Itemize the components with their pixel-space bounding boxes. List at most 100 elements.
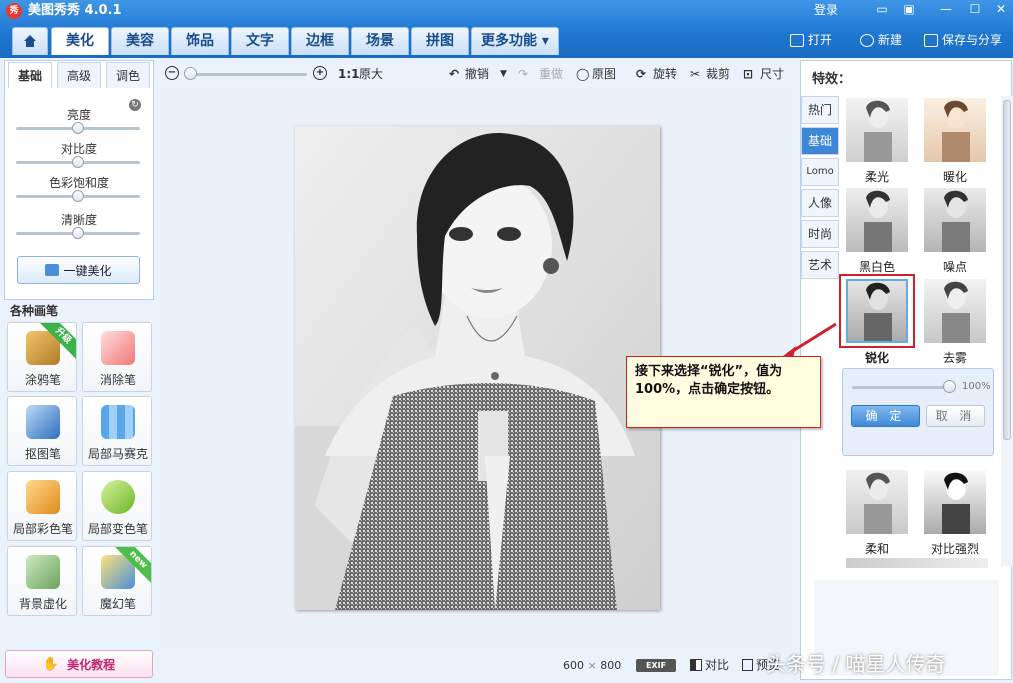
image-dimensions: 600 × 800 bbox=[563, 659, 622, 672]
effect-thumb-warm[interactable] bbox=[924, 98, 986, 162]
thumb-image bbox=[864, 100, 892, 162]
brush-magic[interactable]: new 魔幻笔 bbox=[82, 546, 152, 616]
cancel-button[interactable]: 取 消 bbox=[926, 405, 985, 427]
save-share-button[interactable]: 保存与分享 bbox=[924, 30, 1002, 50]
tab-advanced[interactable]: 高级 bbox=[57, 62, 101, 88]
effect-thumb-dehaze[interactable] bbox=[924, 279, 986, 343]
eraser-icon bbox=[101, 331, 135, 365]
brushes-title: 各种画笔 bbox=[10, 304, 59, 318]
tab-text[interactable]: 文字 bbox=[231, 27, 289, 55]
effect-category-hot[interactable]: 热门 bbox=[801, 96, 839, 124]
brightness-label: 亮度 bbox=[66, 108, 91, 122]
effect-thumb-bw[interactable] bbox=[846, 188, 908, 252]
effect-thumb-high-contrast[interactable] bbox=[924, 470, 986, 534]
effect-category-basic[interactable]: 基础 bbox=[801, 127, 839, 155]
brush-local-recolor[interactable]: 局部变色笔 bbox=[82, 471, 152, 541]
skin-icon[interactable]: ▣ bbox=[898, 1, 920, 17]
tab-face[interactable]: 美容 bbox=[111, 27, 169, 55]
brush-local-color[interactable]: 局部彩色笔 bbox=[7, 471, 77, 541]
thumb-image bbox=[942, 281, 970, 343]
sharpen-knob[interactable] bbox=[943, 380, 956, 393]
brush-cutout[interactable]: 抠图笔 bbox=[7, 396, 77, 466]
brush-eraser[interactable]: 消除笔 bbox=[82, 322, 152, 392]
blur-icon bbox=[26, 555, 60, 589]
effect-category-lomo[interactable]: Lomo bbox=[801, 158, 839, 186]
effect-category-fashion[interactable]: 时尚 bbox=[801, 220, 839, 248]
undo-button[interactable]: 撤销 bbox=[465, 66, 489, 82]
contrast-knob[interactable] bbox=[72, 156, 84, 168]
effect-label-sharpen: 锐化 bbox=[864, 351, 889, 365]
thumb-image bbox=[942, 190, 970, 252]
effect-category-art[interactable]: 艺术 bbox=[801, 251, 839, 279]
zoom-knob[interactable] bbox=[184, 67, 197, 80]
crop-icon[interactable]: ✂ bbox=[690, 66, 700, 82]
effect-label-soft: 柔和 bbox=[864, 542, 889, 556]
clarity-label: 清晰度 bbox=[60, 213, 97, 227]
brightness-knob[interactable] bbox=[72, 122, 84, 134]
saturation-label: 色彩饱和度 bbox=[48, 176, 109, 190]
close-button[interactable]: ✕ bbox=[990, 1, 1012, 17]
compare-button[interactable]: 对比 bbox=[690, 656, 729, 673]
effect-thumb-soft-light[interactable] bbox=[846, 98, 908, 162]
message-icon[interactable]: ▭ bbox=[871, 1, 893, 17]
size-button[interactable]: 尺寸 bbox=[760, 66, 784, 82]
original-button[interactable]: 原图 bbox=[592, 66, 616, 82]
zoom-out-icon[interactable]: − bbox=[165, 66, 179, 80]
minimize-button[interactable]: — bbox=[935, 1, 957, 17]
sharpen-slider[interactable] bbox=[852, 386, 952, 389]
tab-accessory[interactable]: 饰品 bbox=[171, 27, 229, 55]
saturation-knob[interactable] bbox=[72, 190, 84, 202]
exif-button[interactable]: EXIF bbox=[636, 659, 676, 672]
new-button[interactable]: 新建 bbox=[860, 30, 902, 50]
login-link[interactable]: 登录 bbox=[814, 2, 838, 18]
tab-scene[interactable]: 场景 bbox=[351, 27, 409, 55]
undo-icon[interactable]: ↶ bbox=[449, 66, 459, 82]
rotate-button[interactable]: 旋转 bbox=[653, 66, 677, 82]
size-icon[interactable]: ⊡ bbox=[743, 66, 753, 82]
effect-category-portrait[interactable]: 人像 bbox=[801, 189, 839, 217]
original-size-button[interactable]: 原大 bbox=[359, 66, 383, 82]
effect-thumb-soft[interactable] bbox=[846, 470, 908, 534]
effect-label-warm: 暖化 bbox=[942, 170, 967, 184]
effect-thumb-noise[interactable] bbox=[924, 188, 986, 252]
brush-doodle[interactable]: 升级 涂鸦笔 bbox=[7, 322, 77, 392]
tab-basic[interactable]: 基础 bbox=[8, 62, 52, 88]
home-icon bbox=[24, 35, 36, 47]
redo-button[interactable]: 重做 bbox=[539, 66, 563, 82]
edited-photo[interactable] bbox=[295, 126, 660, 610]
sharpen-value: 100% bbox=[962, 381, 991, 392]
ratio-button[interactable]: 1:1 bbox=[338, 66, 360, 82]
tab-more[interactable]: 更多功能 ▾ bbox=[471, 27, 559, 55]
paint-bucket-icon bbox=[101, 480, 135, 514]
effect-label-high-contrast: 对比强烈 bbox=[930, 542, 979, 556]
original-icon[interactable]: ◯ bbox=[576, 66, 589, 82]
brush-mosaic[interactable]: 局部马赛克 bbox=[82, 396, 152, 466]
portrait-image bbox=[295, 126, 660, 610]
tutorial-button[interactable]: ✋ 美化教程 bbox=[5, 650, 153, 678]
clarity-knob[interactable] bbox=[72, 227, 84, 239]
zoom-slider[interactable] bbox=[187, 73, 307, 76]
effect-thumb-row-partial[interactable] bbox=[846, 558, 988, 568]
tab-collage[interactable]: 拼图 bbox=[411, 27, 469, 55]
effect-label-soft-light: 柔光 bbox=[864, 170, 889, 184]
thumb-image bbox=[942, 472, 970, 534]
effect-label-noise: 噪点 bbox=[942, 260, 967, 274]
tab-beautify[interactable]: 美化 bbox=[51, 27, 109, 55]
save-icon bbox=[924, 33, 938, 47]
brush-bg-blur[interactable]: 背景虚化 bbox=[7, 546, 77, 616]
zoom-in-icon[interactable]: + bbox=[313, 66, 327, 80]
maximize-button[interactable]: ☐ bbox=[964, 1, 986, 17]
one-key-beautify-button[interactable]: 一键美化 bbox=[17, 256, 140, 284]
undo-dropdown-icon[interactable]: ▼ bbox=[500, 66, 507, 82]
ok-button[interactable]: 确 定 bbox=[851, 405, 920, 427]
tab-color[interactable]: 调色 bbox=[106, 62, 150, 88]
preview-icon bbox=[742, 658, 753, 671]
home-tab[interactable] bbox=[12, 27, 48, 55]
effects-scrollbar-thumb[interactable] bbox=[1003, 100, 1011, 440]
crop-button[interactable]: 裁剪 bbox=[706, 66, 730, 82]
rotate-icon[interactable]: ⟳ bbox=[636, 66, 646, 82]
redo-icon[interactable]: ↷ bbox=[518, 66, 528, 82]
plus-icon bbox=[860, 33, 874, 47]
tab-border[interactable]: 边框 bbox=[291, 27, 349, 55]
open-button[interactable]: 打开 bbox=[790, 30, 832, 50]
